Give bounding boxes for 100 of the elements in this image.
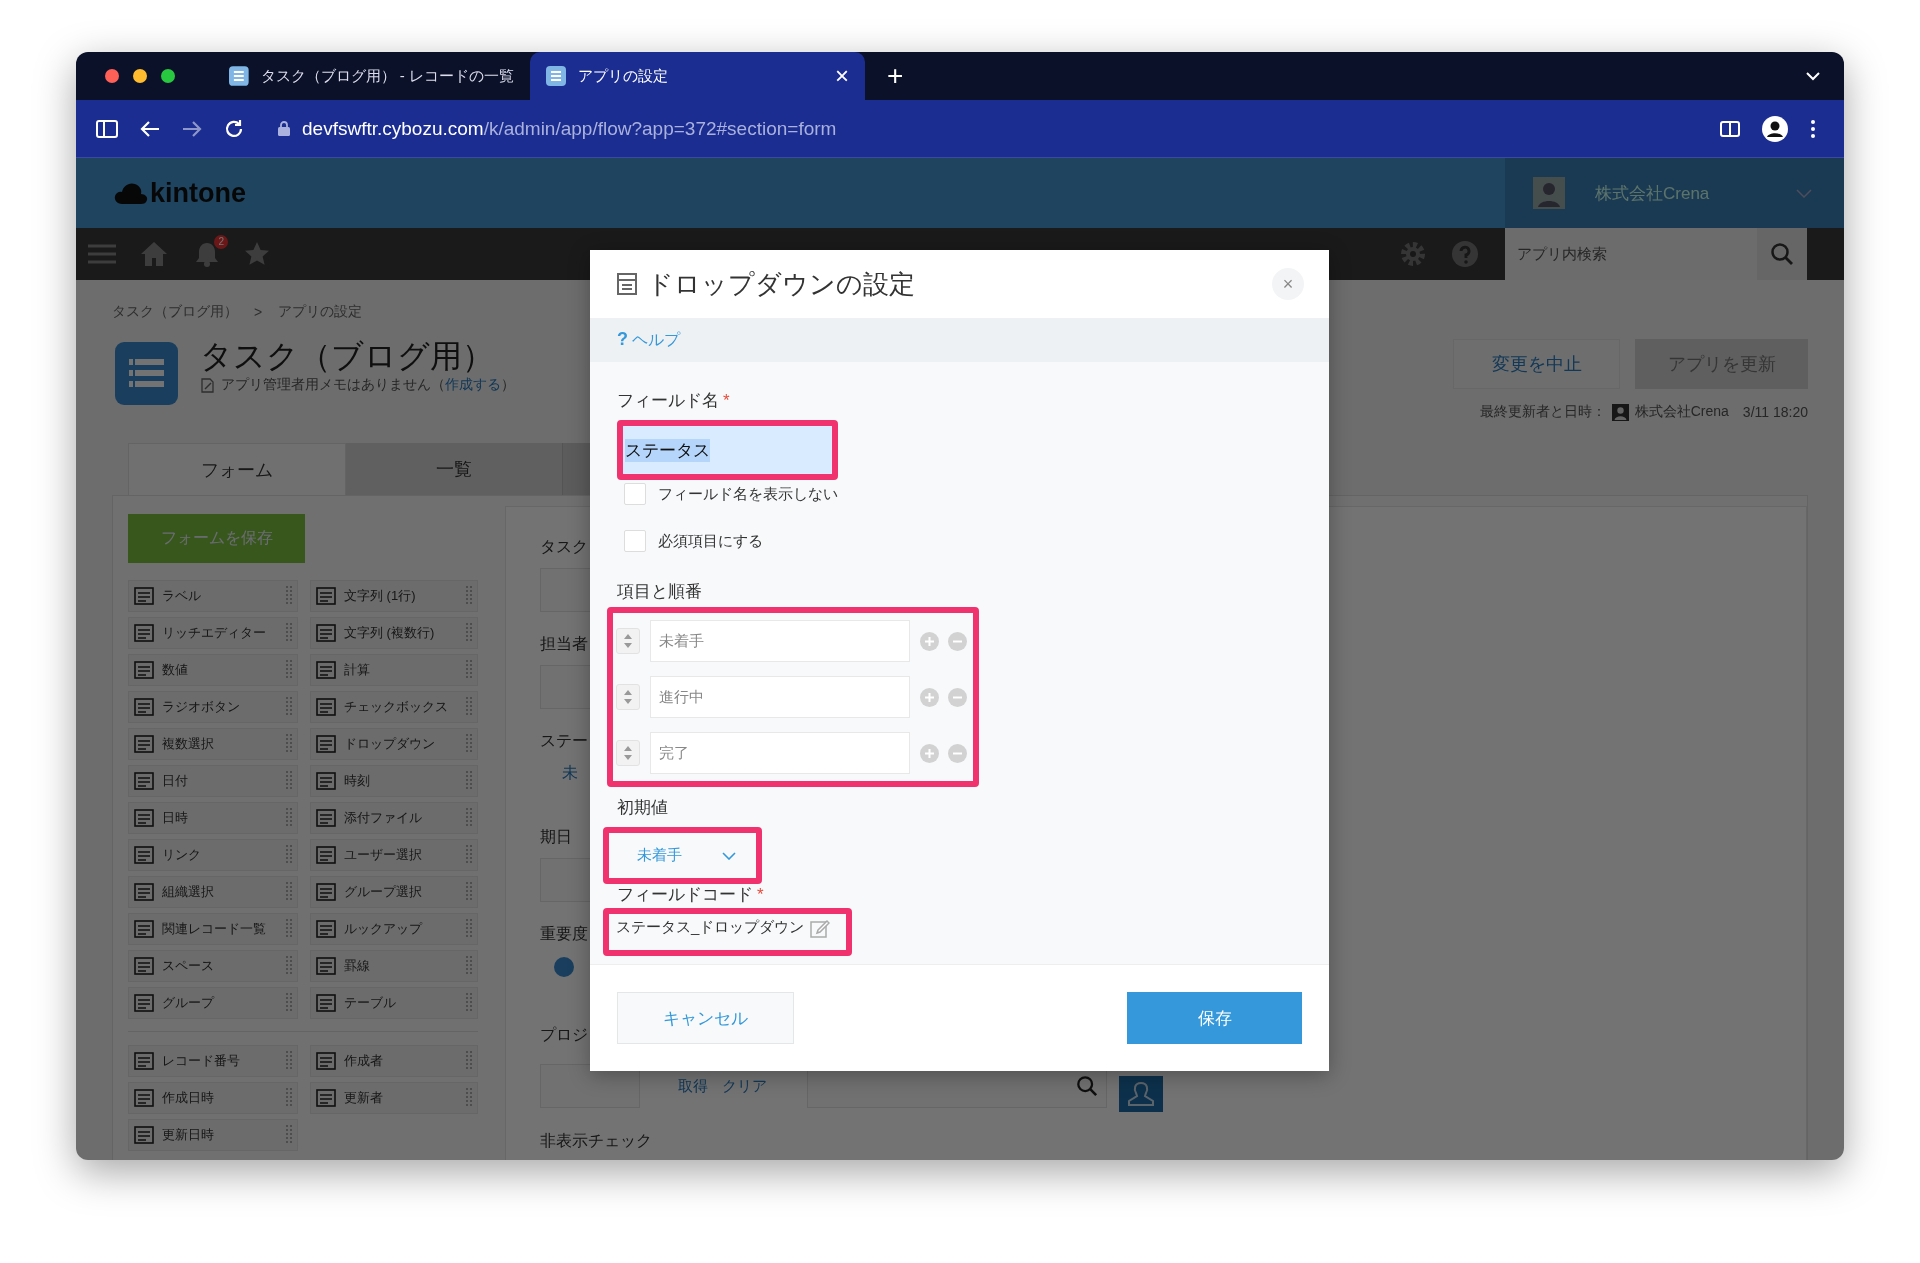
checkbox[interactable] — [624, 530, 646, 552]
app-search-field[interactable]: アプリ内検索 — [1505, 228, 1757, 280]
reorder-handle[interactable] — [616, 628, 640, 654]
cancel-button[interactable]: キャンセル — [617, 992, 794, 1044]
field-type-item[interactable]: 作成日時 — [128, 1082, 298, 1114]
chevron-down-icon — [1796, 188, 1812, 198]
checkbox[interactable] — [624, 483, 646, 505]
field-type-item[interactable]: ラジオボタン — [128, 691, 298, 723]
field-type-item[interactable]: チェックボックス — [310, 691, 478, 723]
profile-icon[interactable] — [1762, 115, 1788, 142]
lookup-link[interactable]: クリア — [722, 1076, 767, 1096]
settings-tab[interactable]: フォーム — [128, 443, 346, 495]
browser-tab[interactable]: タスク（ブログ用） - レコードの一覧 — [213, 52, 530, 100]
save-button[interactable]: 保存 — [1127, 992, 1302, 1044]
drag-handle-icon — [465, 1087, 473, 1109]
field-label: プロジ — [540, 1025, 588, 1045]
chevron-down-icon[interactable] — [1806, 71, 1820, 81]
field-type-item[interactable]: ラベル — [128, 580, 298, 612]
checkbox-label: フィールド名を表示しない — [658, 484, 838, 504]
field-type-item[interactable]: 日時 — [128, 802, 298, 834]
radio-button[interactable] — [554, 957, 574, 977]
help-icon[interactable] — [1451, 240, 1479, 268]
field-type-icon — [134, 956, 154, 976]
add-icon[interactable] — [920, 743, 939, 763]
breadcrumb-link[interactable]: タスク（ブログ用） — [112, 303, 238, 321]
help-link[interactable]: ? ヘルプ — [617, 329, 681, 351]
drag-handle-icon — [465, 659, 473, 681]
drag-handle-icon — [465, 585, 473, 607]
lookup-link[interactable]: 取得 — [678, 1076, 708, 1096]
more-icon[interactable] — [1810, 118, 1816, 139]
field-type-item[interactable]: 数値 — [128, 654, 298, 686]
field-type-item[interactable]: テーブル — [310, 987, 478, 1019]
forward-icon[interactable] — [182, 119, 202, 138]
minimize-window-button[interactable] — [133, 69, 147, 83]
field-type-item[interactable]: グループ — [128, 987, 298, 1019]
field-type-item[interactable]: 罫線 — [310, 950, 478, 982]
settings-icon[interactable] — [1399, 240, 1427, 268]
field-code-value: ステータス_ドロップダウン — [616, 918, 805, 937]
breadcrumb-link[interactable]: アプリの設定 — [278, 303, 363, 321]
field-type-item[interactable]: レコード番号 — [128, 1045, 298, 1077]
bell-icon[interactable] — [194, 241, 220, 267]
reorder-handle[interactable] — [616, 684, 640, 710]
field-type-item[interactable]: 組織選択 — [128, 876, 298, 908]
field-type-item[interactable]: ドロップダウン — [310, 728, 478, 760]
menu-icon[interactable] — [88, 243, 116, 265]
field-type-item[interactable]: リンク — [128, 839, 298, 871]
new-tab-button[interactable]: + — [887, 60, 904, 92]
field-type-item[interactable]: スペース — [128, 950, 298, 982]
reload-icon[interactable] — [224, 118, 244, 139]
field-type-item[interactable]: 文字列 (1行) — [310, 580, 478, 612]
edit-icon[interactable] — [810, 918, 831, 938]
user-menu[interactable]: 株式会社Crena — [1505, 158, 1844, 228]
field-type-item[interactable]: 時刻 — [310, 765, 478, 797]
choice-input[interactable]: 未着手 — [650, 620, 910, 662]
drag-handle-icon — [285, 807, 293, 829]
cancel-changes-button[interactable]: 変更を中止 — [1453, 339, 1620, 389]
remove-icon[interactable] — [948, 743, 967, 763]
field-type-item[interactable]: 複数選択 — [128, 728, 298, 760]
field-type-item[interactable]: 更新者 — [310, 1082, 478, 1114]
close-window-button[interactable] — [105, 69, 119, 83]
field-type-item[interactable]: 作成者 — [310, 1045, 478, 1077]
kintone-logo[interactable]: kintone — [150, 177, 246, 209]
chevron-down-icon — [722, 851, 736, 860]
field-type-icon — [134, 1051, 154, 1071]
field-type-item[interactable]: 文字列 (複数行) — [310, 617, 478, 649]
remove-icon[interactable] — [948, 631, 967, 651]
field-type-item[interactable]: リッチエディター — [128, 617, 298, 649]
remove-icon[interactable] — [948, 687, 967, 707]
field-label: 担当者 — [540, 634, 588, 654]
address-field[interactable]: devfswftr.cybozu.com/k/admin/app/flow?app=372#section=form — [302, 117, 837, 140]
back-icon[interactable] — [140, 119, 160, 138]
home-icon[interactable] — [140, 241, 168, 267]
add-icon[interactable] — [920, 631, 939, 651]
choice-input[interactable]: 進行中 — [650, 676, 910, 718]
add-icon[interactable] — [920, 687, 939, 707]
choice-input[interactable]: 完了 — [650, 732, 910, 774]
field-type-item[interactable]: 日付 — [128, 765, 298, 797]
close-tab-button[interactable]: × — [835, 62, 849, 90]
split-view-icon[interactable] — [1720, 120, 1740, 137]
star-icon[interactable] — [244, 241, 270, 267]
close-button[interactable]: × — [1272, 268, 1304, 300]
search-button[interactable] — [1757, 228, 1807, 280]
field-type-item[interactable]: 更新日時 — [128, 1119, 298, 1151]
field-label: ステー — [540, 731, 588, 751]
field-name-input[interactable]: ステータス — [623, 426, 832, 474]
create-memo-link[interactable]: 作成する — [445, 376, 501, 392]
reorder-handle[interactable] — [616, 740, 640, 766]
field-type-item[interactable]: 添付ファイル — [310, 802, 478, 834]
maximize-window-button[interactable] — [161, 69, 175, 83]
drag-handle-icon — [465, 807, 473, 829]
user-select-button[interactable] — [1119, 1076, 1163, 1112]
avatar-icon — [1533, 177, 1565, 209]
drag-handle-icon — [285, 733, 293, 755]
checkbox-label: 必須項目にする — [658, 531, 763, 551]
browser-tab[interactable]: アプリの設定 × — [530, 52, 865, 100]
field-type-item[interactable]: ルックアップ — [310, 913, 478, 945]
field-type-item[interactable]: グループ選択 — [310, 876, 478, 908]
sidebar-icon[interactable] — [96, 119, 118, 138]
field-type-item[interactable]: ユーザー選択 — [310, 839, 478, 871]
field-type-item[interactable]: 計算 — [310, 654, 478, 686]
